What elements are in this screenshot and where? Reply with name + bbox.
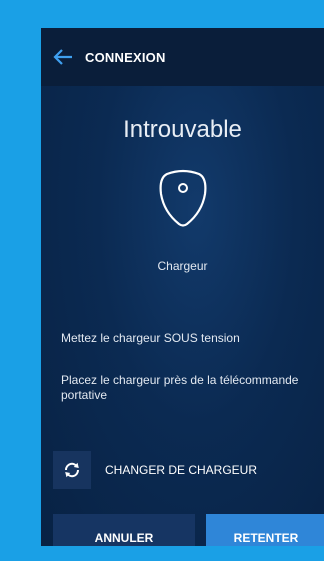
refresh-icon [64,462,80,478]
instruction-power: Mettez le chargeur SOUS tension [61,331,240,345]
status-heading: Introuvable [123,116,242,143]
change-charger-button[interactable] [53,451,91,489]
change-charger-row[interactable]: CHANGER DE CHARGEUR [53,450,324,490]
cancel-button[interactable]: ANNULER [53,514,195,546]
page-title: CONNEXION [85,49,166,65]
instruction-placement: Placez le chargeur près de la télécomman… [61,373,299,402]
charger-icon [157,168,209,228]
retry-button[interactable]: RETENTER [206,514,324,546]
charger-label: Chargeur [157,259,208,273]
top-bar: CONNEXION [41,28,324,86]
app-screen: CONNEXION Introuvable Chargeur Mettez le… [41,28,324,546]
back-button[interactable] [41,28,85,86]
change-charger-label: CHANGER DE CHARGEUR [105,463,258,477]
arrow-left-icon [53,49,72,65]
